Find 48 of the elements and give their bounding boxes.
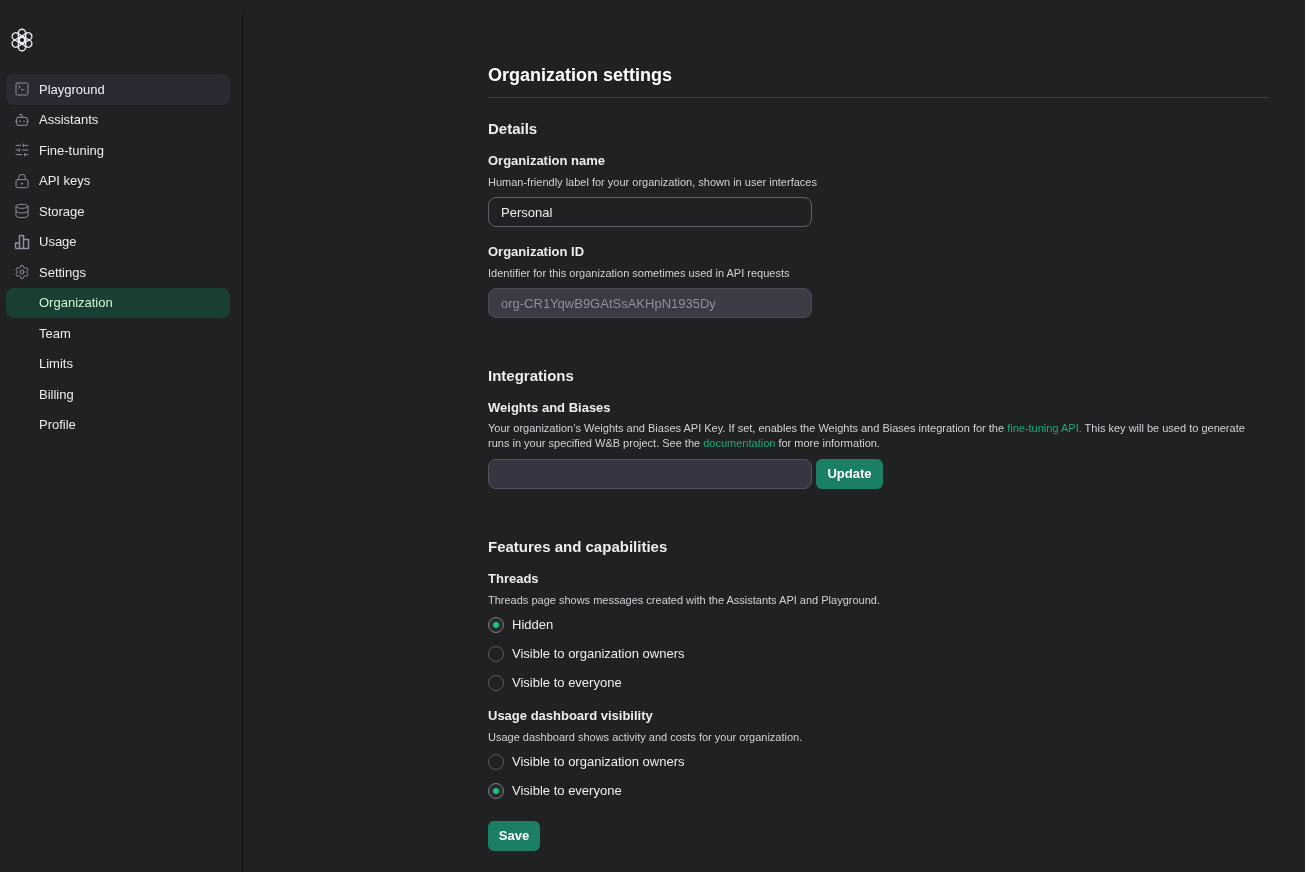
robot-icon — [14, 111, 30, 128]
terminal-icon — [14, 81, 30, 98]
field-description: Threads page shows messages created with the Assistants API and Playground. — [488, 593, 881, 608]
field-description: Usage dashboard shows activity and costs for your organization. — [488, 730, 804, 745]
radio-label: Visible to organization owners — [512, 644, 685, 663]
sidebar-item[interactable]: Playground — [6, 74, 230, 105]
radio-button[interactable] — [488, 782, 504, 799]
field-label: Weights and Biases — [488, 399, 612, 417]
section-heading: Integrations — [488, 366, 575, 386]
sliders-icon — [14, 142, 30, 159]
sidebar-item[interactable]: Organization — [6, 287, 230, 318]
sidebar-item[interactable]: Assistants — [6, 104, 230, 135]
database-icon — [14, 203, 30, 220]
field-label: Usage dashboard visibility — [488, 707, 654, 725]
radio-label: Hidden — [512, 615, 554, 634]
sidebar-item[interactable]: Storage — [6, 196, 230, 227]
update-button[interactable]: Update — [816, 459, 883, 489]
field-label: Organization name — [488, 152, 607, 170]
sidebar-item[interactable]: Profile — [6, 409, 230, 440]
sidebar-item[interactable]: Settings — [6, 257, 230, 288]
link[interactable]: documentation — [703, 437, 776, 449]
field-description: Human-friendly label for your organization, shown in user interfaces — [488, 175, 818, 190]
lock-icon — [14, 172, 30, 189]
sidebar-item[interactable]: API keys — [6, 165, 230, 196]
field-label: Threads — [488, 570, 540, 588]
input-field[interactable]: Personal — [488, 197, 812, 227]
settings-icon — [14, 264, 30, 281]
sidebar-item[interactable]: Team — [6, 318, 230, 349]
field-description: Your organization’s Weights and Biases API Key. If set, enables the Weights and Biases integration for the fine-tuning API. This key will be used to generate runs in your specified W&B project. See the documentation for more information. — [488, 421, 1246, 451]
section-heading: Features and capabilities — [488, 537, 669, 557]
radio-button[interactable] — [488, 674, 504, 691]
sidebar-item[interactable]: Usage — [6, 226, 230, 257]
sidebar-item[interactable]: Fine-tuning — [6, 135, 230, 166]
radio-label: Visible to everyone — [512, 673, 622, 692]
field-description: Identifier for this organization sometimes used in API requests — [488, 266, 791, 281]
page-title: Organization settings — [488, 64, 674, 87]
sidebar-item[interactable]: Limits — [6, 348, 230, 379]
sidebar-item[interactable]: Billing — [6, 379, 230, 410]
save-button[interactable]: Save — [488, 821, 540, 851]
section-heading: Details — [488, 119, 539, 139]
field-label: Organization ID — [488, 243, 586, 261]
radio-label: Visible to everyone — [512, 781, 622, 800]
radio-button[interactable] — [488, 616, 504, 633]
radio-label: Visible to organization owners — [512, 752, 685, 771]
link[interactable]: fine-tuning API. — [1007, 422, 1082, 434]
input-field[interactable] — [488, 459, 812, 489]
bar-chart-icon — [14, 233, 30, 250]
logo-icon — [10, 28, 34, 52]
